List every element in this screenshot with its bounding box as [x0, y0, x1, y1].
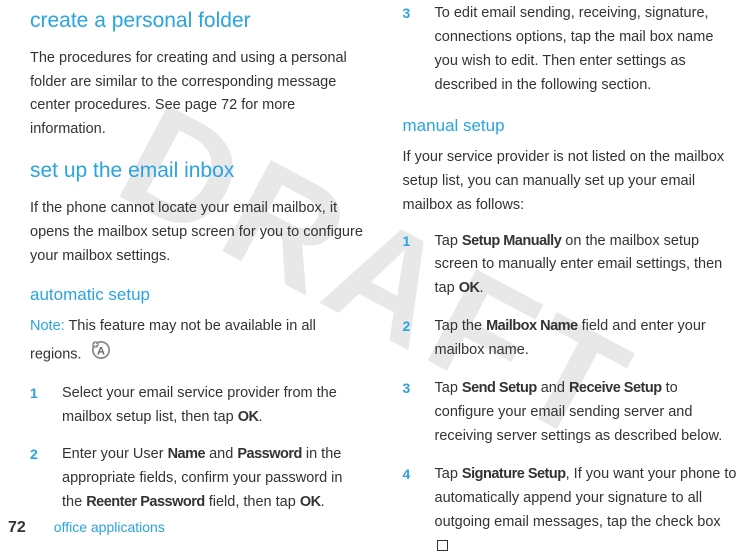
step-text: Enter your User Name and Password in the… — [62, 443, 365, 515]
text: Tap — [435, 233, 462, 249]
manual-step-4: 4 Tap Signature Setup, If you want your … — [403, 463, 738, 559]
auto-step-1: 1 Select your email service provider fro… — [30, 382, 365, 430]
text: . — [321, 494, 325, 510]
step-text: Tap Signature Setup, If you want your ph… — [435, 463, 738, 559]
name-label: Name — [168, 446, 206, 462]
text: Tap — [435, 380, 462, 396]
text: . — [479, 280, 483, 296]
manual-step-3: 3 Tap Send Setup and Receive Setup to co… — [403, 377, 738, 449]
page-footer: 72 office applications — [8, 519, 165, 537]
footer-section-title: office applications — [54, 519, 165, 535]
step-number: 3 — [403, 2, 413, 98]
ok-label: OK — [300, 494, 321, 510]
manual-step-1: 1 Tap Setup Manually on the mailbox setu… — [403, 230, 738, 302]
step-number: 4 — [403, 463, 413, 559]
step-text: Tap Setup Manually on the mailbox setup … — [435, 230, 738, 302]
page-number: 72 — [8, 519, 26, 537]
page-content: create a personal folder The procedures … — [0, 0, 753, 505]
step-number: 1 — [30, 382, 40, 430]
reenter-label: Reenter Password — [86, 494, 205, 510]
para-setup-inbox: If the phone cannot locate your email ma… — [30, 197, 365, 269]
note-label: Note: — [30, 318, 65, 334]
step-number: 1 — [403, 230, 413, 302]
heading-setup-inbox: set up the email inbox — [30, 154, 365, 189]
send-setup-label: Send Setup — [462, 380, 537, 396]
para-create-folder: The procedures for creating and using a … — [30, 47, 365, 143]
heading-auto-setup: automatic setup — [30, 281, 365, 309]
text: Enter your User — [62, 446, 168, 462]
step-text: Tap the Mailbox Name field and enter you… — [435, 315, 738, 363]
step-text: Select your email service provider from … — [62, 382, 365, 430]
para-manual-setup: If your service provider is not listed o… — [403, 146, 738, 218]
ok-label: OK — [459, 280, 480, 296]
signature-setup-label: Signature Setup — [462, 466, 566, 482]
left-column: create a personal folder The procedures … — [30, 2, 365, 505]
text: Select your email service provider from … — [62, 385, 337, 425]
step-number: 3 — [403, 377, 413, 449]
text: and — [205, 446, 237, 462]
note-text: This feature may not be available in all… — [30, 318, 316, 362]
step-number: 2 — [30, 443, 40, 515]
step-text: To edit email sending, receiving, signat… — [435, 2, 738, 98]
text: Tap — [435, 466, 462, 482]
auto-step-2: 2 Enter your User Name and Password in t… — [30, 443, 365, 515]
heading-create-folder: create a personal folder — [30, 4, 365, 39]
svg-text:A: A — [97, 345, 105, 357]
receive-setup-label: Receive Setup — [569, 380, 662, 396]
setup-manually-label: Setup Manually — [462, 233, 561, 249]
password-label: Password — [237, 446, 302, 462]
text: and — [537, 380, 569, 396]
text: Tap the — [435, 318, 487, 334]
manual-step-2: 2 Tap the Mailbox Name field and enter y… — [403, 315, 738, 363]
text: field, then tap — [205, 494, 300, 510]
globe-plus-icon: A — [90, 339, 112, 370]
note-para: Note: This feature may not be available … — [30, 315, 365, 370]
ok-label: OK — [238, 409, 259, 425]
mailbox-name-label: Mailbox Name — [486, 318, 578, 334]
step-text: Tap Send Setup and Receive Setup to conf… — [435, 377, 738, 449]
checkbox-icon — [437, 540, 448, 551]
auto-step-3: 3 To edit email sending, receiving, sign… — [403, 2, 738, 98]
right-column: 3 To edit email sending, receiving, sign… — [403, 2, 738, 505]
step-number: 2 — [403, 315, 413, 363]
text: . — [258, 409, 262, 425]
heading-manual-setup: manual setup — [403, 112, 738, 140]
